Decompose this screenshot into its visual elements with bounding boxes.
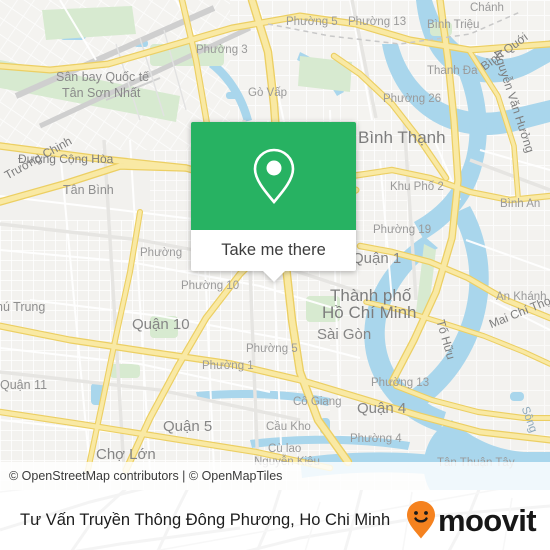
page-title: Tư Vấn Truyền Thông Đông Phương, Ho Chi … bbox=[20, 510, 391, 529]
popup-action-row[interactable]: Take me there bbox=[191, 230, 356, 271]
take-me-there-label: Take me there bbox=[221, 241, 326, 259]
moovit-wordmark: moovit bbox=[437, 502, 537, 538]
location-popup-card[interactable]: Take me there bbox=[191, 122, 356, 282]
moovit-logo[interactable]: moovit bbox=[406, 500, 537, 540]
map-pin-icon bbox=[251, 147, 297, 205]
popup-pointer-tail bbox=[262, 271, 285, 282]
footer-bar: Tư Vấn Truyền Thông Đông Phương, Ho Chi … bbox=[0, 490, 550, 550]
popup-header bbox=[191, 122, 356, 230]
map-attribution: © OpenStreetMap contributors | © OpenMap… bbox=[0, 462, 550, 490]
attribution-text[interactable]: © OpenStreetMap contributors | © OpenMap… bbox=[9, 469, 282, 483]
moovit-pin-smiley-icon bbox=[406, 500, 436, 540]
map-screenshot: Phường 5 Phường 13 Bình Triệu Chánh Phường 3… bbox=[0, 0, 550, 550]
